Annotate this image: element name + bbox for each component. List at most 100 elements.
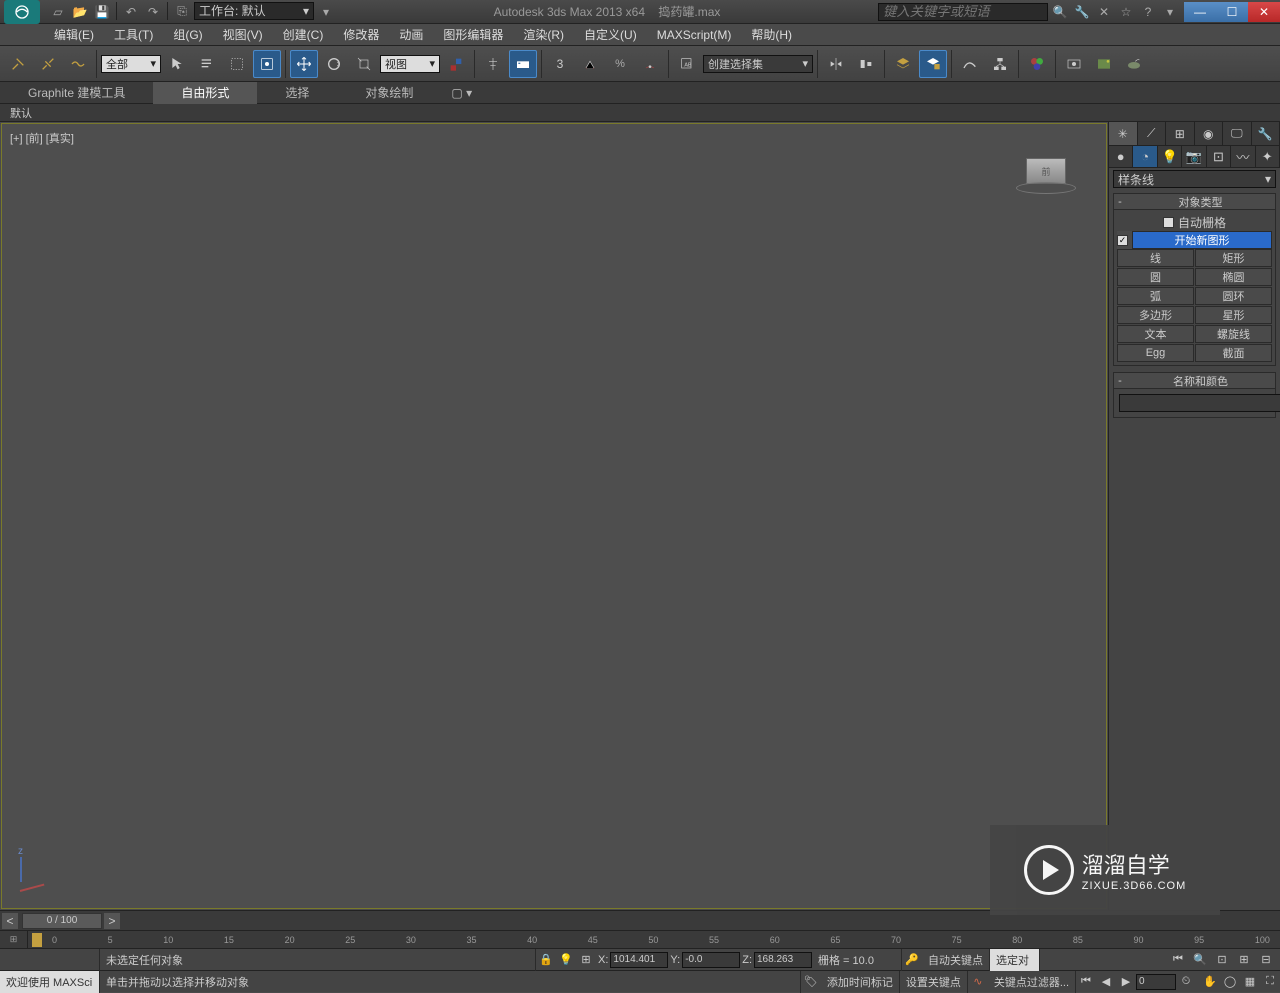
orbit-icon[interactable]: ◯ bbox=[1220, 972, 1240, 992]
maximize-button[interactable]: ☐ bbox=[1216, 2, 1248, 22]
close-button[interactable]: ✕ bbox=[1248, 2, 1280, 22]
next-frame-icon[interactable]: > bbox=[104, 913, 120, 929]
ribbon-tab-objectpaint[interactable]: 对象绘制 bbox=[337, 82, 441, 104]
object-name-input[interactable] bbox=[1119, 394, 1280, 412]
hierarchy-panel-icon[interactable]: ⊞ bbox=[1166, 122, 1195, 145]
ribbon-tab-selection[interactable]: 选择 bbox=[257, 82, 337, 104]
ribbon-expand-icon[interactable]: ▢ ▾ bbox=[441, 82, 482, 104]
menu-help[interactable]: 帮助(H) bbox=[741, 24, 802, 46]
layers-icon[interactable] bbox=[889, 50, 917, 78]
script-mini-listener[interactable] bbox=[0, 949, 100, 971]
abs-rel-icon[interactable]: ⊞ bbox=[576, 950, 596, 970]
percent-snap-icon[interactable]: % bbox=[606, 50, 634, 78]
display-panel-icon[interactable]: 🖵 bbox=[1223, 122, 1252, 145]
arc-button[interactable]: 弧 bbox=[1117, 287, 1194, 305]
subcategory-dropdown[interactable]: 样条线▾ bbox=[1113, 170, 1276, 188]
systems-icon[interactable]: ✦ bbox=[1256, 146, 1280, 167]
search-icon[interactable]: 🔍 bbox=[1050, 2, 1070, 22]
render-setup-icon[interactable] bbox=[1060, 50, 1088, 78]
circle-button[interactable]: 圆 bbox=[1117, 268, 1194, 286]
key-filters-button[interactable]: 关键点过滤器... bbox=[988, 971, 1076, 993]
z-coord-input[interactable] bbox=[754, 952, 812, 968]
time-config-icon[interactable]: ⏲ bbox=[1176, 972, 1196, 992]
save-icon[interactable]: 💾 bbox=[92, 2, 112, 22]
add-time-tag[interactable]: 添加时间标记 bbox=[821, 971, 900, 993]
menu-edit[interactable]: 编辑(E) bbox=[44, 24, 104, 46]
layer-manager-icon[interactable] bbox=[919, 50, 947, 78]
section-button[interactable]: 截面 bbox=[1195, 344, 1272, 362]
redo-icon[interactable]: ↷ bbox=[143, 2, 163, 22]
current-frame-input[interactable] bbox=[1136, 974, 1176, 990]
zoom-all-icon[interactable]: ⊡ bbox=[1212, 950, 1232, 970]
y-coord-input[interactable] bbox=[682, 952, 740, 968]
key-wave-icon[interactable]: ∿ bbox=[968, 972, 988, 992]
viewcube-ring-icon[interactable] bbox=[1016, 182, 1076, 194]
zoom-icon[interactable]: 🔍 bbox=[1190, 950, 1210, 970]
x-coord-input[interactable] bbox=[610, 952, 668, 968]
trackbar-toggle-icon[interactable]: ⊞ bbox=[0, 931, 28, 949]
play-icon[interactable]: ▶ bbox=[1116, 972, 1136, 992]
link-icon[interactable]: ⎘ bbox=[172, 2, 192, 22]
isolate-icon[interactable]: 💡 bbox=[556, 950, 576, 970]
star-button[interactable]: 星形 bbox=[1195, 306, 1272, 324]
select-scale-icon[interactable] bbox=[350, 50, 378, 78]
time-slider-thumb[interactable]: 0 / 100 bbox=[22, 913, 102, 929]
ngon-button[interactable]: 多边形 bbox=[1117, 306, 1194, 324]
menu-group[interactable]: 组(G) bbox=[163, 24, 212, 46]
ribbon-tab-freeform[interactable]: 自由形式 bbox=[153, 82, 257, 104]
shapes-icon[interactable]: ◔ bbox=[1133, 146, 1157, 167]
exchange-icon[interactable]: ✕ bbox=[1094, 2, 1114, 22]
spacewarps-icon[interactable]: 〰 bbox=[1231, 146, 1255, 167]
line-button[interactable]: 线 bbox=[1117, 249, 1194, 267]
autokey-button[interactable]: 自动关键点 bbox=[922, 949, 990, 971]
window-crossing-icon[interactable] bbox=[253, 50, 281, 78]
pan-icon[interactable]: ✋ bbox=[1200, 972, 1220, 992]
named-selection-dropdown[interactable]: 创建选择集▾ bbox=[703, 55, 813, 73]
open-icon[interactable]: 📂 bbox=[70, 2, 90, 22]
render-icon[interactable] bbox=[1120, 50, 1148, 78]
text-button[interactable]: 文本 bbox=[1117, 325, 1194, 343]
prev-key-icon[interactable]: ◀ bbox=[1096, 972, 1116, 992]
prev-frame-icon[interactable]: < bbox=[2, 913, 18, 929]
rollout-header-objtype[interactable]: - 对象类型 bbox=[1114, 194, 1275, 210]
donut-button[interactable]: 圆环 bbox=[1195, 287, 1272, 305]
viewcube-face[interactable]: 前 bbox=[1026, 158, 1066, 184]
curve-editor-icon[interactable] bbox=[956, 50, 984, 78]
helpers-icon[interactable]: ⊡ bbox=[1207, 146, 1231, 167]
align-icon[interactable] bbox=[852, 50, 880, 78]
favorite-icon[interactable]: ☆ bbox=[1116, 2, 1136, 22]
menu-customize[interactable]: 自定义(U) bbox=[574, 24, 647, 46]
goto-start-icon[interactable]: ⏮ bbox=[1076, 972, 1096, 992]
egg-button[interactable]: Egg bbox=[1117, 344, 1194, 362]
select-rotate-icon[interactable] bbox=[320, 50, 348, 78]
angle-snap-icon[interactable] bbox=[576, 50, 604, 78]
menu-maxscript[interactable]: MAXScript(M) bbox=[647, 24, 742, 46]
time-tag-icon[interactable]: 🏷 bbox=[801, 972, 821, 992]
subscription-icon[interactable]: 🔧 bbox=[1072, 2, 1092, 22]
selection-filter-box[interactable]: 选定对 bbox=[990, 949, 1040, 971]
use-center-icon[interactable] bbox=[442, 50, 470, 78]
help-dropdown-icon[interactable]: ▾ bbox=[1160, 2, 1180, 22]
snap-toggle-icon[interactable]: 3 bbox=[546, 50, 574, 78]
rollout-header-namecolor[interactable]: - 名称和颜色 bbox=[1114, 373, 1275, 389]
viewport-label[interactable]: [+] [前] [真实] bbox=[10, 130, 74, 146]
menu-grapheditors[interactable]: 图形编辑器 bbox=[433, 24, 513, 46]
maxscript-welcome[interactable]: 欢迎使用 MAXSci bbox=[0, 971, 100, 993]
manipulate-icon[interactable] bbox=[479, 50, 507, 78]
startnew-checkbox[interactable]: ✓ bbox=[1117, 235, 1128, 246]
ribbon-tab-graphite[interactable]: Graphite 建模工具 bbox=[0, 82, 153, 104]
selection-lock-icon[interactable]: 🔒 bbox=[536, 950, 556, 970]
select-by-name-icon[interactable] bbox=[193, 50, 221, 78]
rectangle-button[interactable]: 矩形 bbox=[1195, 249, 1272, 267]
undo-icon[interactable]: ↶ bbox=[121, 2, 141, 22]
help-icon[interactable]: ? bbox=[1138, 2, 1158, 22]
utilities-panel-icon[interactable]: 🔧 bbox=[1252, 122, 1280, 145]
schematic-view-icon[interactable] bbox=[986, 50, 1014, 78]
helix-button[interactable]: 螺旋线 bbox=[1195, 325, 1272, 343]
select-object-icon[interactable] bbox=[163, 50, 191, 78]
start-new-shape-button[interactable]: 开始新图形 bbox=[1132, 231, 1272, 249]
minimize-button[interactable]: — bbox=[1184, 2, 1216, 22]
edit-named-sel-icon[interactable]: AB bbox=[673, 50, 701, 78]
workspace-dropdown[interactable]: 工作台: 默认▾ bbox=[194, 2, 314, 20]
qat-more-icon[interactable]: ▾ bbox=[316, 2, 336, 22]
